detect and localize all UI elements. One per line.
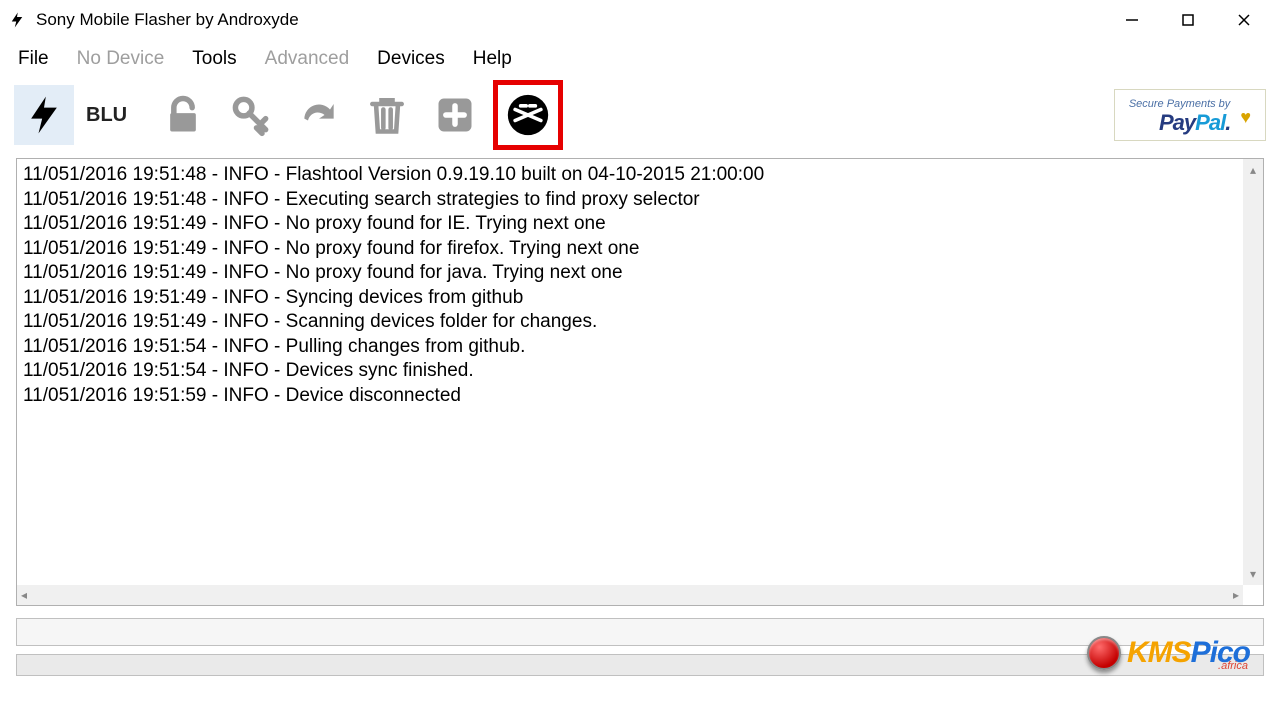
menu-file[interactable]: File (8, 44, 59, 74)
log-line: 11/051/2016 19:51:49 - INFO - No proxy f… (23, 237, 1257, 262)
log-line: 11/051/2016 19:51:48 - INFO - Executing … (23, 188, 1257, 213)
flash-button[interactable] (14, 85, 74, 145)
scroll-up-icon: ▴ (1250, 163, 1256, 177)
toolbar: BLU Secure Payments by PayPal. ♥ (0, 78, 1280, 158)
progress-bar (16, 654, 1264, 676)
minimize-button[interactable] (1104, 2, 1160, 38)
horizontal-scrollbar[interactable]: ◂▸ (17, 585, 1243, 605)
window-title: Sony Mobile Flasher by Androxyde (36, 10, 1104, 30)
log-line: 11/051/2016 19:51:49 - INFO - No proxy f… (23, 261, 1257, 286)
log-line: 11/051/2016 19:51:54 - INFO - Pulling ch… (23, 335, 1257, 360)
menu-devices[interactable]: Devices (367, 44, 455, 74)
close-button[interactable] (1216, 2, 1272, 38)
watermark: KMSPico .africa (1087, 636, 1250, 670)
add-button[interactable] (425, 85, 485, 145)
unlock-button[interactable] (153, 85, 213, 145)
scroll-down-icon: ▾ (1250, 567, 1256, 581)
log-line: 11/051/2016 19:51:49 - INFO - Syncing de… (23, 286, 1257, 311)
menu-no-device: No Device (67, 44, 175, 74)
menubar: File No Device Tools Advanced Devices He… (0, 40, 1280, 78)
heart-icon: ♥ (1240, 107, 1251, 128)
trash-button[interactable] (357, 85, 417, 145)
redo-button[interactable] (289, 85, 349, 145)
window-controls (1104, 2, 1272, 38)
paypal-donate[interactable]: Secure Payments by PayPal. ♥ (1114, 89, 1266, 141)
vertical-scrollbar[interactable]: ▴▾ (1243, 159, 1263, 585)
scroll-right-icon: ▸ (1233, 588, 1239, 602)
status-bar (16, 618, 1264, 646)
log-line: 11/051/2016 19:51:49 - INFO - Scanning d… (23, 310, 1257, 335)
xperifirm-highlight (493, 80, 563, 150)
log-line: 11/051/2016 19:51:54 - INFO - Devices sy… (23, 359, 1257, 384)
watermark-sub: .africa (1218, 660, 1248, 672)
menu-tools[interactable]: Tools (182, 44, 246, 74)
paypal-secure-label: Secure Payments by (1129, 98, 1231, 110)
log-content[interactable]: 11/051/2016 19:51:48 - INFO - Flashtool … (17, 159, 1263, 577)
log-line: 11/051/2016 19:51:49 - INFO - No proxy f… (23, 212, 1257, 237)
scroll-left-icon: ◂ (21, 588, 27, 602)
log-panel: 11/051/2016 19:51:48 - INFO - Flashtool … (16, 158, 1264, 606)
titlebar: Sony Mobile Flasher by Androxyde (0, 0, 1280, 40)
app-lightning-icon (8, 6, 26, 34)
paypal-logo: PayPal. (1129, 110, 1231, 136)
key-button[interactable] (221, 85, 281, 145)
menu-advanced: Advanced (255, 44, 360, 74)
red-button-icon (1087, 636, 1121, 670)
log-line: 11/051/2016 19:51:59 - INFO - Device dis… (23, 384, 1257, 409)
mode-label: BLU (86, 104, 127, 127)
maximize-button[interactable] (1160, 2, 1216, 38)
xperifirm-button[interactable] (500, 87, 556, 143)
log-line: 11/051/2016 19:51:48 - INFO - Flashtool … (23, 163, 1257, 188)
menu-help[interactable]: Help (463, 44, 522, 74)
